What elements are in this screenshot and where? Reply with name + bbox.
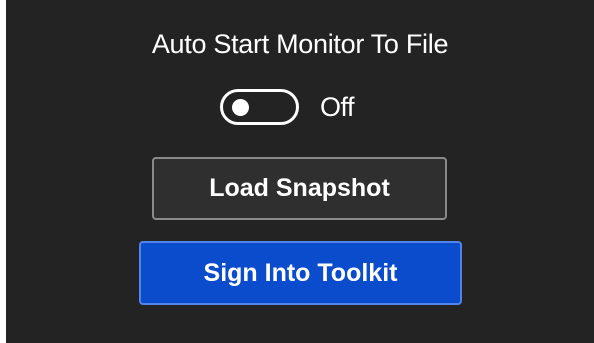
toggle-knob bbox=[232, 99, 249, 116]
auto-start-toggle-row: Off bbox=[220, 87, 355, 127]
sign-into-toolkit-button[interactable]: Sign Into Toolkit bbox=[139, 241, 462, 305]
settings-panel: Auto Start Monitor To File Off Load Snap… bbox=[6, 0, 594, 343]
auto-start-toggle-switch[interactable] bbox=[220, 89, 299, 125]
load-snapshot-button[interactable]: Load Snapshot bbox=[152, 157, 447, 220]
auto-start-monitor-label: Auto Start Monitor To File bbox=[151, 29, 449, 59]
toggle-state-label: Off bbox=[320, 91, 355, 122]
